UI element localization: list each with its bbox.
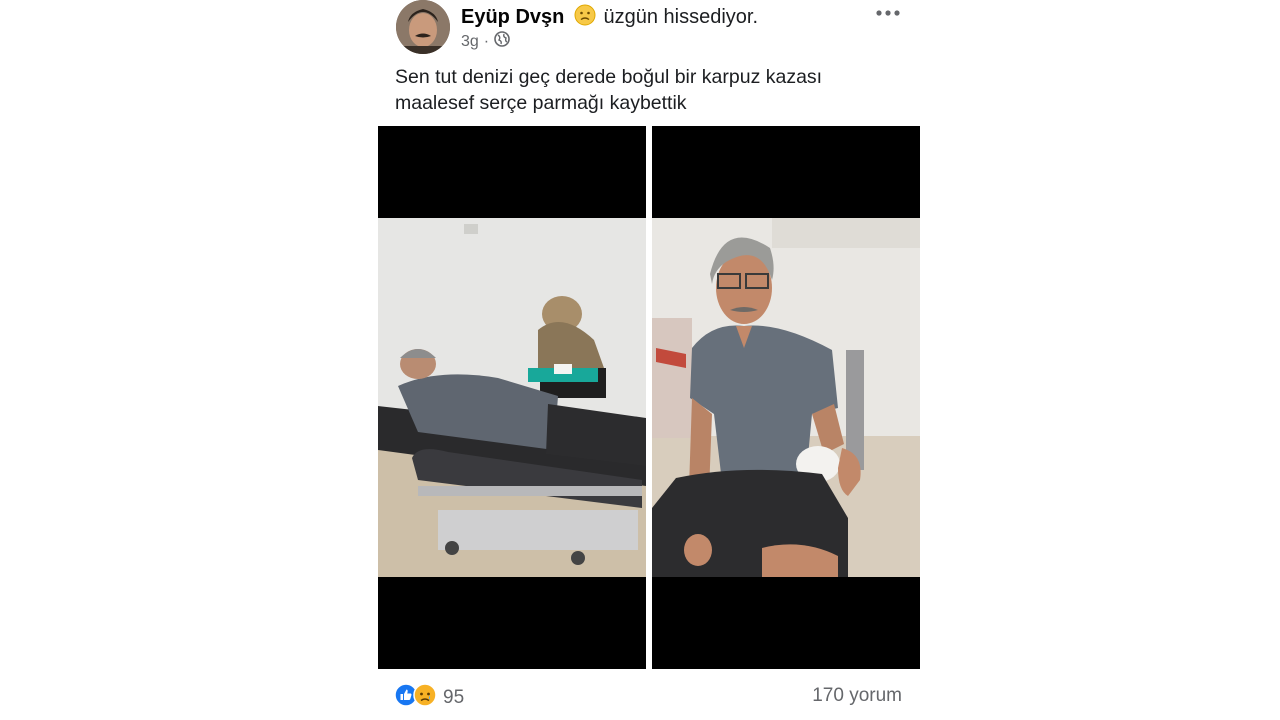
post-meta: 3g · [461,31,510,52]
feeling-text: üzgün hissediyor. [603,6,759,28]
sad-face-icon [574,4,596,32]
more-options-button[interactable] [874,2,904,24]
author-avatar[interactable] [396,0,450,54]
photo-man-with-bandaged-hand[interactable] [652,126,920,669]
sad-icon [413,683,437,712]
facebook-post: Eyüp Dvşn üzgün hissediyor. 3g · Sen tut… [378,0,920,720]
post-text: Sen tut denizi geç derede boğul bir karp… [395,64,895,116]
photo-patient-on-hospital-bed[interactable] [378,126,646,669]
author-name[interactable]: Eyüp Dvşn [461,6,564,28]
reaction-count: 95 [443,686,465,708]
author-line: Eyüp Dvşn üzgün hissediyor. [461,4,758,32]
globe-icon [494,31,510,52]
meta-separator: · [483,32,490,50]
seated-man-illustration [652,218,920,577]
post-text-line: Sen tut denizi geç derede boğul bir karp… [395,66,823,88]
hospital-bed-illustration [378,218,646,577]
reactions-summary[interactable]: 95 [394,683,464,712]
post-text-line: maalesef serçe parmağı kaybettik [395,92,687,114]
comments-count[interactable]: 170 yorum [812,685,902,707]
post-time[interactable]: 3g [461,33,479,51]
